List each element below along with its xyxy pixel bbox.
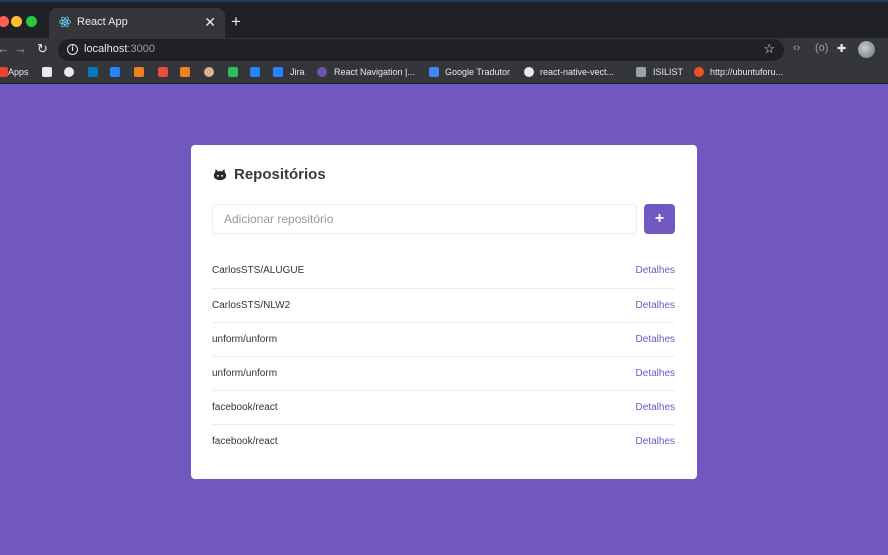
forward-arrow-icon[interactable]: → [14, 41, 27, 56]
bookmark-apps[interactable]: Apps [8, 67, 29, 77]
repository-name: CarlosSTS/ALUGUE [212, 265, 305, 276]
repository-row: facebook/react Detalhes [212, 424, 675, 458]
react-favicon-icon [59, 16, 71, 28]
bookmark-star-icon[interactable]: ☆ [763, 41, 775, 57]
bookmark-react-navigation[interactable]: React Navigation |... [334, 67, 415, 77]
star-bookmark-icon[interactable] [42, 67, 52, 77]
trello-icon[interactable] [88, 67, 98, 77]
url-text: localhost:3000 [84, 43, 155, 55]
tab-bar: React App ✕ + [0, 2, 888, 38]
tab-react-app[interactable]: React App ✕ [49, 8, 225, 38]
repositories-card: Repositórios + CarlosSTS/ALUGUEDetalhesC… [191, 145, 697, 479]
bookmark-google-tradutor[interactable]: Google Tradutor [445, 67, 510, 77]
minimize-window-button[interactable] [11, 16, 22, 27]
repository-details-link[interactable]: Detalhes [636, 300, 675, 311]
repository-details-link[interactable]: Detalhes [636, 368, 675, 379]
browser-toolbar: ← → ↻ i localhost:3000 ☆ ‹› (o) ✚ [0, 38, 888, 62]
back-arrow-icon[interactable]: ← [0, 41, 10, 56]
repository-row: unform/unform Detalhes [212, 356, 675, 390]
smiley-icon[interactable] [64, 67, 74, 77]
evernote-icon[interactable] [228, 67, 238, 77]
translate-icon[interactable] [429, 67, 439, 77]
repository-name: facebook/react [212, 436, 278, 447]
bookmark-http-ubuntuforu[interactable]: http://ubuntuforu... [710, 67, 783, 77]
bookmarks-bar: Apps Jira React Navigation |... Google Trad… [0, 62, 888, 84]
m-icon[interactable] [158, 67, 168, 77]
repository-name: facebook/react [212, 402, 278, 413]
bookmark-jira[interactable]: Jira [290, 67, 305, 77]
extension-gear-icon[interactable]: (o) [815, 42, 828, 54]
extensions-puzzle-icon[interactable]: ✚ [837, 42, 846, 55]
x-icon[interactable] [250, 67, 260, 77]
check-icon[interactable] [273, 67, 283, 77]
repository-row: CarlosSTS/NLW2 Detalhes [212, 288, 675, 322]
avatar-icon[interactable] [204, 67, 214, 77]
repository-input[interactable] [212, 204, 637, 234]
github-icon[interactable] [524, 67, 534, 77]
folder-icon[interactable] [636, 67, 646, 77]
repository-details-link[interactable]: Detalhes [636, 436, 675, 447]
repository-name: unform/unform [212, 368, 278, 379]
maximize-window-button[interactable] [26, 16, 37, 27]
repository-details-link[interactable]: Detalhes [636, 402, 675, 413]
repository-details-link[interactable]: Detalhes [636, 265, 675, 276]
stack-icon[interactable] [134, 67, 144, 77]
reload-icon[interactable]: ↻ [37, 41, 48, 57]
repository-row: facebook/react Detalhes [212, 390, 675, 424]
new-tab-button[interactable]: + [231, 13, 241, 30]
tab-close-icon[interactable]: ✕ [204, 14, 216, 31]
repository-row: CarlosSTS/ALUGUE Detalhes [212, 254, 675, 288]
add-repository-button[interactable]: + [644, 204, 675, 234]
page-title: Repositórios [234, 166, 326, 183]
repository-row: unform/unform Detalhes [212, 322, 675, 356]
close-window-button[interactable] [0, 16, 9, 27]
bookmark-isilist[interactable]: ISILIST [653, 67, 683, 77]
hex-icon[interactable] [180, 67, 190, 77]
tab-title: React App [77, 16, 128, 28]
bookmark-react-native-vect[interactable]: react-native-vect... [540, 67, 614, 77]
github-icon [213, 168, 227, 181]
address-bar[interactable]: i localhost:3000 ☆ [58, 39, 784, 61]
url-port: :3000 [127, 43, 155, 55]
ubuntu-icon[interactable] [694, 67, 704, 77]
repository-details-link[interactable]: Detalhes [636, 334, 675, 345]
jira-x-icon[interactable] [110, 67, 120, 77]
repository-list: CarlosSTS/ALUGUE Detalhes CarlosSTS/NLW2 De… [212, 254, 675, 458]
react-nav-icon[interactable] [317, 67, 327, 77]
apps-grid-icon[interactable] [0, 67, 8, 77]
repository-name: unform/unform [212, 334, 278, 345]
profile-avatar[interactable] [858, 41, 875, 58]
extension-code-icon[interactable]: ‹› [793, 42, 800, 54]
repository-name: CarlosSTS/NLW2 [212, 300, 291, 311]
info-icon[interactable]: i [67, 44, 78, 55]
url-host: localhost [84, 43, 128, 55]
